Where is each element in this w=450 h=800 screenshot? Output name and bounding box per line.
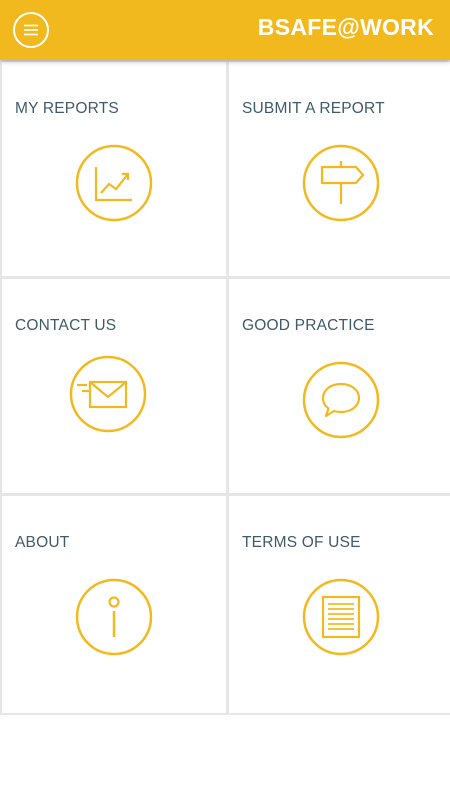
tile-label: SUBMIT A REPORT [242, 100, 385, 117]
tile-contact-us[interactable]: CONTACT US [2, 279, 226, 493]
menu-button[interactable] [13, 12, 49, 48]
tile-label: MY REPORTS [15, 100, 119, 117]
chart-trend-icon [75, 144, 153, 222]
tile-terms-of-use[interactable]: TERMS OF USE [229, 496, 450, 713]
hamburger-menu-icon [24, 24, 38, 36]
tile-good-practice[interactable]: GOOD PRACTICE [229, 279, 450, 493]
app-bar: BSAFE@WORK [0, 0, 450, 60]
tile-label: GOOD PRACTICE [242, 317, 375, 334]
menu-grid: MY REPORTS SUBMIT A REPORT CONTACT US GO… [0, 60, 450, 715]
tile-label: ABOUT [15, 534, 70, 551]
tile-submit-report[interactable]: SUBMIT A REPORT [229, 62, 450, 276]
tile-label: CONTACT US [15, 317, 117, 334]
info-icon [75, 578, 153, 656]
tile-about[interactable]: ABOUT [2, 496, 226, 713]
app-title: BSAFE@WORK [257, 14, 434, 40]
signpost-icon [302, 144, 380, 222]
speech-bubble-icon [302, 361, 380, 439]
tile-label: TERMS OF USE [242, 534, 361, 551]
document-icon [302, 578, 380, 656]
envelope-icon [69, 355, 147, 433]
tile-my-reports[interactable]: MY REPORTS [2, 62, 226, 276]
